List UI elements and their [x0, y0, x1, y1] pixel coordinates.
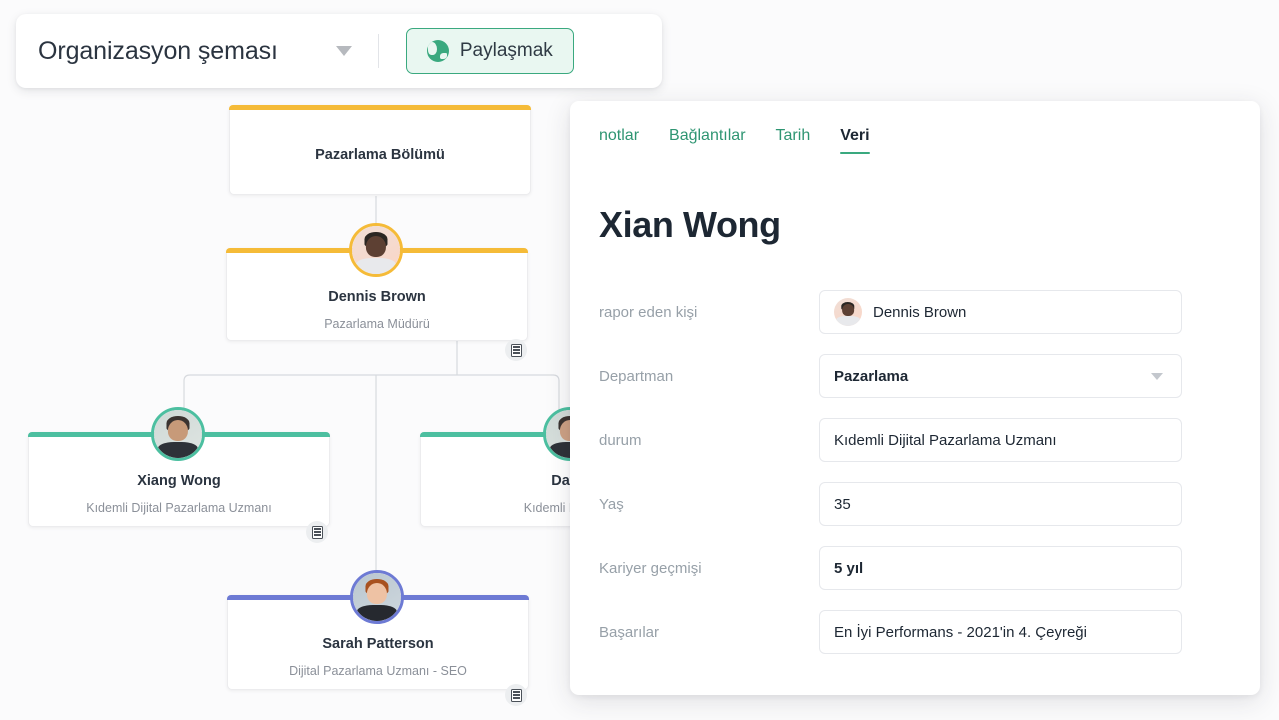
- avatar: [349, 223, 403, 277]
- field-row-durum: durum Kıdemli Dijital Pazarlama Uzmanı: [599, 408, 1260, 472]
- field-value: Dennis Brown: [873, 303, 967, 321]
- chart-title-selector[interactable]: Organizasyon şeması: [38, 37, 278, 66]
- field-row-kariyer-gecmisi: Kariyer geçmişi 5 yıl: [599, 536, 1260, 600]
- database-icon: [311, 525, 323, 539]
- share-button[interactable]: Paylaşmak: [405, 28, 574, 74]
- field-row-basarilar: Başarılar En İyi Performans - 2021'in 4.…: [599, 600, 1260, 664]
- tab-baglantilar[interactable]: Bağlantılar: [669, 127, 746, 154]
- node-database-button[interactable]: [505, 339, 527, 361]
- database-icon: [510, 343, 522, 357]
- tab-tarih[interactable]: Tarih: [776, 127, 811, 154]
- field-value: Pazarlama: [834, 367, 909, 385]
- database-icon: [510, 688, 522, 702]
- field-value: En İyi Performans - 2021'in 4. Çeyreği: [834, 623, 1087, 641]
- achievements-field[interactable]: En İyi Performans - 2021'in 4. Çeyreği: [819, 610, 1182, 654]
- node-database-button[interactable]: [505, 684, 527, 706]
- reporting-person-field[interactable]: Dennis Brown: [819, 290, 1182, 334]
- detail-panel: notlar Bağlantılar Tarih Veri Xian Wong …: [570, 101, 1260, 695]
- toolbar-divider: [377, 34, 379, 68]
- chevron-down-icon[interactable]: [335, 46, 352, 56]
- field-label: durum: [599, 431, 642, 449]
- field-label: Yaş: [599, 495, 624, 513]
- tab-bar: notlar Bağlantılar Tarih Veri: [570, 101, 1260, 154]
- chevron-down-icon: [1151, 372, 1163, 380]
- field-row-departman: Departman Pazarlama: [599, 344, 1260, 408]
- org-node-title: Pazarlama Bölümü: [315, 147, 445, 163]
- node-database-button[interactable]: [306, 521, 328, 543]
- page-title: Xian Wong: [599, 204, 781, 245]
- toolbar: Organizasyon şeması Paylaşmak: [16, 14, 662, 88]
- org-node-title: Sarah Patterson: [322, 636, 434, 652]
- org-node-title: Dennis Brown: [328, 289, 426, 305]
- department-select[interactable]: Pazarlama: [819, 354, 1182, 398]
- field-label: Departman: [599, 367, 674, 385]
- career-history-field[interactable]: 5 yıl: [819, 546, 1182, 590]
- avatar: [151, 407, 205, 461]
- tab-notlar[interactable]: notlar: [599, 127, 639, 154]
- field-value: 35: [834, 495, 851, 513]
- org-node-subtitle: Kıdemli Dijital Pazarlama Uzmanı: [86, 501, 272, 515]
- field-value: 5 yıl: [834, 559, 864, 577]
- field-label: Başarılar: [599, 623, 660, 641]
- org-node-title: Xiang Wong: [137, 473, 221, 489]
- field-value: Kıdemli Dijital Pazarlama Uzmanı: [834, 431, 1057, 449]
- status-field[interactable]: Kıdemli Dijital Pazarlama Uzmanı: [819, 418, 1182, 462]
- field-label: rapor eden kişi: [599, 303, 698, 321]
- org-node-subtitle: Pazarlama Müdürü: [324, 317, 430, 331]
- tab-veri[interactable]: Veri: [840, 127, 870, 154]
- globe-icon: [426, 40, 449, 62]
- age-field[interactable]: 35: [819, 482, 1182, 526]
- org-node-subtitle: Dijital Pazarlama Uzmanı - SEO: [289, 664, 467, 678]
- field-row-yas: Yaş 35: [599, 472, 1260, 536]
- data-field-list: rapor eden kişi Dennis Brown Departman P…: [570, 280, 1260, 664]
- share-button-label: Paylaşmak: [459, 40, 553, 61]
- org-node-department[interactable]: Pazarlama Bölümü: [229, 105, 531, 195]
- node-accent-bar: [229, 105, 531, 110]
- avatar: [834, 298, 862, 326]
- avatar: [350, 570, 404, 624]
- field-row-rapor-eden-kisi: rapor eden kişi Dennis Brown: [599, 280, 1260, 344]
- field-label: Kariyer geçmişi: [599, 559, 702, 577]
